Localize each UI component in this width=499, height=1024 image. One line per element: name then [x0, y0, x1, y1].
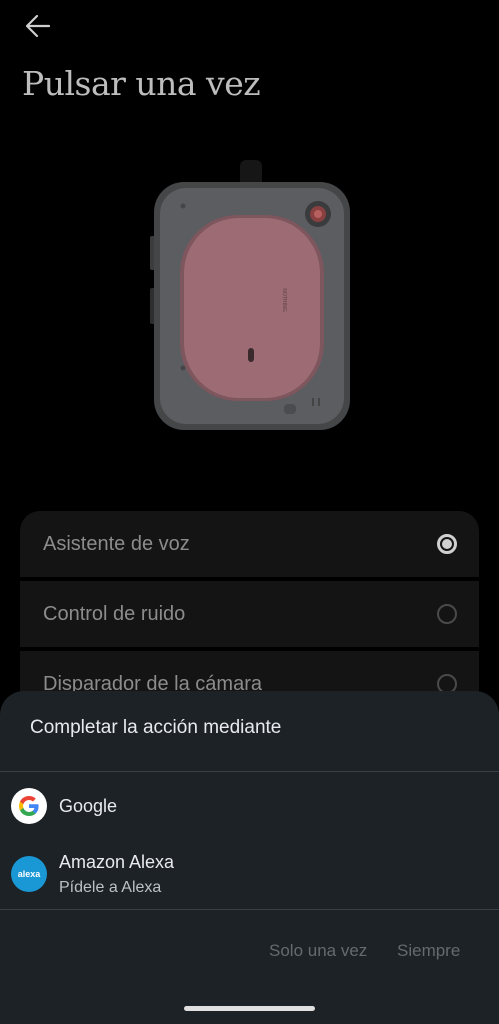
- option-voice-assistant[interactable]: Asistente de voz: [20, 511, 479, 577]
- option-label: Control de ruido: [43, 602, 186, 625]
- alexa-icon-text: alexa: [17, 869, 41, 879]
- divider: [0, 771, 499, 772]
- always-button[interactable]: Siempre: [397, 941, 460, 961]
- app-name: Amazon Alexa: [59, 851, 175, 872]
- divider: [0, 909, 499, 910]
- just-once-button[interactable]: Solo una vez: [269, 941, 367, 961]
- arrow-left-icon: [25, 14, 51, 38]
- page-title: Pulsar una vez: [22, 64, 261, 103]
- app-name: Google: [59, 795, 118, 816]
- svg-text:NOTHING: NOTHING: [281, 288, 287, 312]
- home-indicator[interactable]: [184, 1006, 315, 1011]
- alexa-icon: alexa: [11, 856, 47, 892]
- app-option-google[interactable]: Google: [0, 786, 499, 826]
- radio-selected[interactable]: [437, 534, 457, 554]
- app-option-alexa[interactable]: alexa Amazon Alexa Pídele a Alexa: [0, 850, 499, 898]
- sheet-title: Completar la acción mediante: [30, 717, 282, 738]
- option-label: Asistente de voz: [43, 532, 190, 555]
- back-button[interactable]: [16, 8, 60, 44]
- phone-case-illustration: NOTHING: [150, 160, 350, 430]
- app-subtitle: Pídele a Alexa: [59, 878, 162, 896]
- option-noise-control[interactable]: Control de ruido: [20, 581, 479, 647]
- google-icon: [11, 788, 47, 824]
- radio-unselected[interactable]: [437, 604, 457, 624]
